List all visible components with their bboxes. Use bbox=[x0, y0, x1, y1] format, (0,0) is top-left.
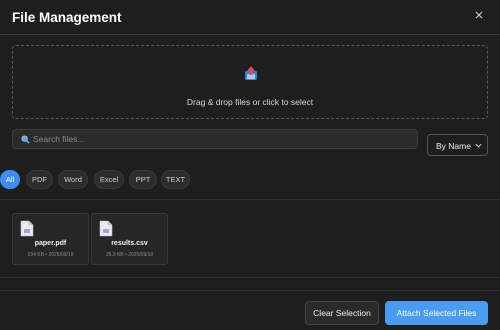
filter-ppt[interactable]: PPT bbox=[129, 170, 157, 189]
file-meta: 35.9 KB • 2025/09/18 bbox=[105, 252, 154, 258]
search-icon bbox=[21, 135, 30, 144]
document-icon bbox=[99, 220, 113, 237]
filter-all[interactable]: All bbox=[0, 170, 20, 189]
close-icon[interactable]: × bbox=[472, 8, 486, 24]
chevron-down-icon bbox=[475, 143, 482, 148]
attach-selected-files-button[interactable]: Attach Selected Files bbox=[385, 301, 488, 325]
divider bbox=[0, 199, 500, 200]
footer-divider bbox=[0, 290, 500, 291]
clear-selection-button[interactable]: Clear Selection bbox=[305, 301, 379, 325]
filter-chips: All PDF Word Excel PPT TEXT bbox=[0, 170, 500, 190]
file-meta: 194 KB • 2025/09/18 bbox=[27, 252, 74, 258]
search-box[interactable] bbox=[12, 129, 418, 149]
dialog-header: File Management × bbox=[0, 0, 500, 35]
filter-excel[interactable]: Excel bbox=[94, 170, 124, 189]
filter-text[interactable]: TEXT bbox=[161, 170, 190, 189]
file-card[interactable]: results.csv 35.9 KB • 2025/09/18 bbox=[91, 213, 168, 265]
file-name: results.csv bbox=[111, 240, 148, 247]
document-icon bbox=[20, 220, 34, 237]
file-card[interactable]: paper.pdf 194 KB • 2025/09/18 bbox=[12, 213, 89, 265]
search-input[interactable] bbox=[33, 130, 413, 148]
divider bbox=[0, 277, 500, 278]
filter-pdf[interactable]: PDF bbox=[26, 170, 53, 189]
file-dropzone[interactable]: Drag & drop files or click to select bbox=[12, 45, 488, 119]
filter-word[interactable]: Word bbox=[58, 170, 88, 189]
sort-selected-value: By Name bbox=[436, 141, 471, 151]
dialog-title: File Management bbox=[12, 10, 122, 25]
upload-icon bbox=[245, 66, 257, 80]
file-management-dialog: File Management × Drag & drop files or c… bbox=[0, 0, 500, 330]
dropzone-text: Drag & drop files or click to select bbox=[186, 97, 314, 107]
file-name: paper.pdf bbox=[34, 240, 67, 247]
sort-select[interactable]: By Name bbox=[427, 134, 488, 156]
